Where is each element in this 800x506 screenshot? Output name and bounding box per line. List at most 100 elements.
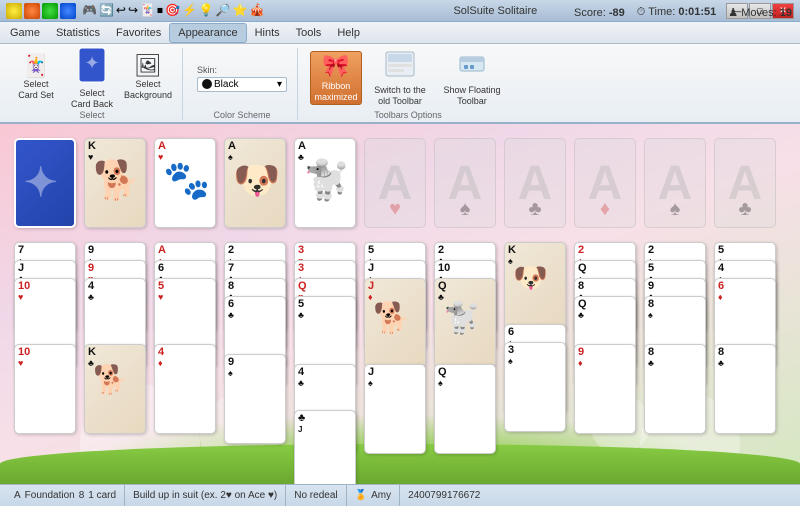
ribbon-maximized-button[interactable]: 🎀 Ribbonmaximized [310, 51, 362, 105]
tableau-c7-r3[interactable]: Q♣ 🐩 [434, 278, 496, 368]
menu-appearance[interactable]: Appearance [169, 23, 246, 43]
time-label: ⏱ Time: 0:01:51 [637, 6, 717, 19]
background-icon: 🖼 [134, 55, 162, 77]
toolbar-icon-6[interactable]: ⏹ [157, 3, 163, 19]
tableau-c4-r5[interactable]: 9♠ [224, 354, 286, 444]
tableau-c8-r1[interactable]: K♠ 🐶 [504, 242, 566, 332]
toolbar-icon-11[interactable]: ⭐ [233, 3, 248, 19]
username: Amy [371, 490, 391, 501]
dog-emoji: 🐕 [93, 159, 140, 203]
status-foundation: A Foundation 8 1 card [6, 485, 125, 506]
icon-blue [60, 3, 76, 19]
toolbar-icon-4[interactable]: ↪ [128, 3, 138, 19]
tableau-c8-r3[interactable]: 3♠ [504, 342, 566, 432]
skin-color-dot [202, 79, 212, 89]
menu-tools[interactable]: Tools [288, 23, 330, 43]
card-back-icon: ✦ [78, 47, 106, 86]
status-redeal: No redeal [286, 485, 346, 506]
toolbar-icon-5[interactable]: 🃏 [140, 3, 155, 19]
select-background-label: SelectBackground [124, 79, 172, 101]
skin-dropdown-arrow: ▾ [277, 79, 282, 90]
tableau-c5-r6[interactable]: ♣J [294, 410, 356, 484]
color-scheme-label: Color Scheme [213, 110, 270, 120]
toolbar-icon-10[interactable]: 🔎 [216, 3, 231, 19]
toolbar-icon-3[interactable]: ↩ [116, 3, 126, 19]
ribbon: Score: -89 ⏱ Time: 0:01:51 ♟ Moves: 19 🃏… [0, 44, 800, 124]
menu-game[interactable]: Game [2, 23, 48, 43]
select-card-set-button[interactable]: 🃏 SelectCard Set [10, 51, 62, 105]
status-code: 2400799176672 [400, 485, 794, 506]
tableau-c6-r3[interactable]: J♦ 🐕 [364, 278, 426, 368]
foundation-detail: 1 card [88, 490, 116, 501]
ace-placeholder-3[interactable]: A ♣ [504, 138, 566, 228]
build-label: Build up in suit (ex. 2♥ on Ace ♥) [133, 490, 277, 501]
dog-emoji-4: 🐩 [303, 159, 350, 203]
time-value: 0:01:51 [678, 6, 716, 18]
skin-label: Skin: [197, 65, 287, 75]
toolbar-icon-1[interactable]: 🎮 [82, 3, 97, 19]
ace-placeholder-2[interactable]: A ♠ [434, 138, 496, 228]
skin-dropdown[interactable]: Black ▾ [197, 77, 287, 92]
ribbon-group-toolbars: 🎀 Ribbonmaximized Switch to theold Toolb… [306, 48, 514, 120]
tableau-c3-r4[interactable]: 4♦ [154, 344, 216, 434]
select-group-label: Select [79, 110, 104, 120]
toolbar-icon-2[interactable]: 🔄 [99, 3, 114, 19]
tableau-c6-r4[interactable]: J♠ [364, 364, 426, 454]
skin-selector: Skin: Black ▾ [195, 63, 289, 94]
icon-yellow [6, 3, 22, 19]
user-icon: 🏅 [355, 490, 367, 501]
foundation-label: Foundation [25, 490, 75, 501]
ribbon-toolbars-content: 🎀 Ribbonmaximized Switch to theold Toolb… [310, 48, 506, 108]
foundation-col2-top[interactable]: A♥ 🐾 [154, 138, 216, 228]
status-build: Build up in suit (ex. 2♥ on Ace ♥) [125, 485, 286, 506]
switch-old-toolbar-button[interactable]: Switch to theold Toolbar [366, 52, 434, 104]
ace-placeholder-5[interactable]: A ♠ [644, 138, 706, 228]
tableau-c11-r4[interactable]: 8♣ [714, 344, 776, 434]
ace-placeholder-4[interactable]: A ♦ [574, 138, 636, 228]
foundation-col1-top[interactable]: K♥ 🐕 [84, 138, 146, 228]
ace-placeholder-6[interactable]: A ♣ [714, 138, 776, 228]
hud: Score: -89 ⏱ Time: 0:01:51 ♟ Moves: 19 [574, 6, 792, 19]
svg-text:✦: ✦ [84, 53, 99, 73]
select-card-back-label: SelectCard Back [71, 88, 113, 110]
tableau-c9-r5[interactable]: 9♦ [574, 344, 636, 434]
switch-old-label: Switch to theold Toolbar [374, 85, 426, 107]
ribbon-maximized-label: Ribbonmaximized [314, 81, 357, 103]
toolbar-icon-7[interactable]: 🎯 [165, 3, 180, 19]
statusbar: A Foundation 8 1 card Build up in suit (… [0, 484, 800, 506]
menu-hints[interactable]: Hints [247, 23, 288, 43]
ace-suit-1: ♥ [389, 198, 401, 221]
switch-old-icon [384, 50, 416, 83]
menubar: Game Statistics Favorites Appearance Hin… [0, 22, 800, 44]
tableau-c10-r5[interactable]: 8♣ [644, 344, 706, 434]
toolbar-icon-12[interactable]: 🎪 [250, 3, 265, 19]
show-floating-button[interactable]: Show FloatingToolbar [438, 52, 506, 104]
deck-card[interactable] [14, 138, 76, 228]
icon-orange [24, 3, 40, 19]
code-value: 2400799176672 [408, 490, 480, 501]
show-floating-icon [456, 49, 488, 83]
select-card-back-button[interactable]: ✦ SelectCard Back [66, 51, 118, 105]
menu-help[interactable]: Help [329, 23, 368, 43]
toolbar-icon-9[interactable]: 💡 [199, 3, 214, 19]
score-value: -89 [609, 7, 625, 19]
menu-favorites[interactable]: Favorites [108, 23, 169, 43]
foundation-col3-top[interactable]: A♠ 🐶 [224, 138, 286, 228]
ace-icon: A [14, 490, 21, 501]
score-label: Score: -89 [574, 7, 625, 19]
ace-placeholder-1[interactable]: A ♥ [364, 138, 426, 228]
foundation-col4-top[interactable]: A♣ 🐩 [294, 138, 356, 228]
ribbon-color-content: Skin: Black ▾ [195, 48, 289, 108]
dog-emoji-2: 🐾 [163, 159, 210, 203]
ribbon-group-color: Skin: Black ▾ Color Scheme [191, 48, 298, 120]
tableau-c7-r4[interactable]: Q♠ [434, 364, 496, 454]
game-area[interactable]: K♥ 🐕 A♥ 🐾 A♠ 🐶 A♣ 🐩 A ♥ A ♠ A ♣ A ♦ A ♠ … [0, 124, 800, 484]
card-set-icon: 🃏 [22, 55, 49, 77]
ace-suit-6: ♣ [738, 198, 751, 221]
ribbon-group-select: 🃏 SelectCard Set ✦ SelectCard Back 🖼 Sel… [6, 48, 183, 120]
tableau-c1-r4[interactable]: 10♥ [14, 344, 76, 434]
tableau-c2-r4[interactable]: K♣ 🐕 [84, 344, 146, 434]
select-background-button[interactable]: 🖼 SelectBackground [122, 51, 174, 105]
menu-statistics[interactable]: Statistics [48, 23, 108, 43]
toolbar-icon-8[interactable]: ⚡ [182, 3, 197, 19]
